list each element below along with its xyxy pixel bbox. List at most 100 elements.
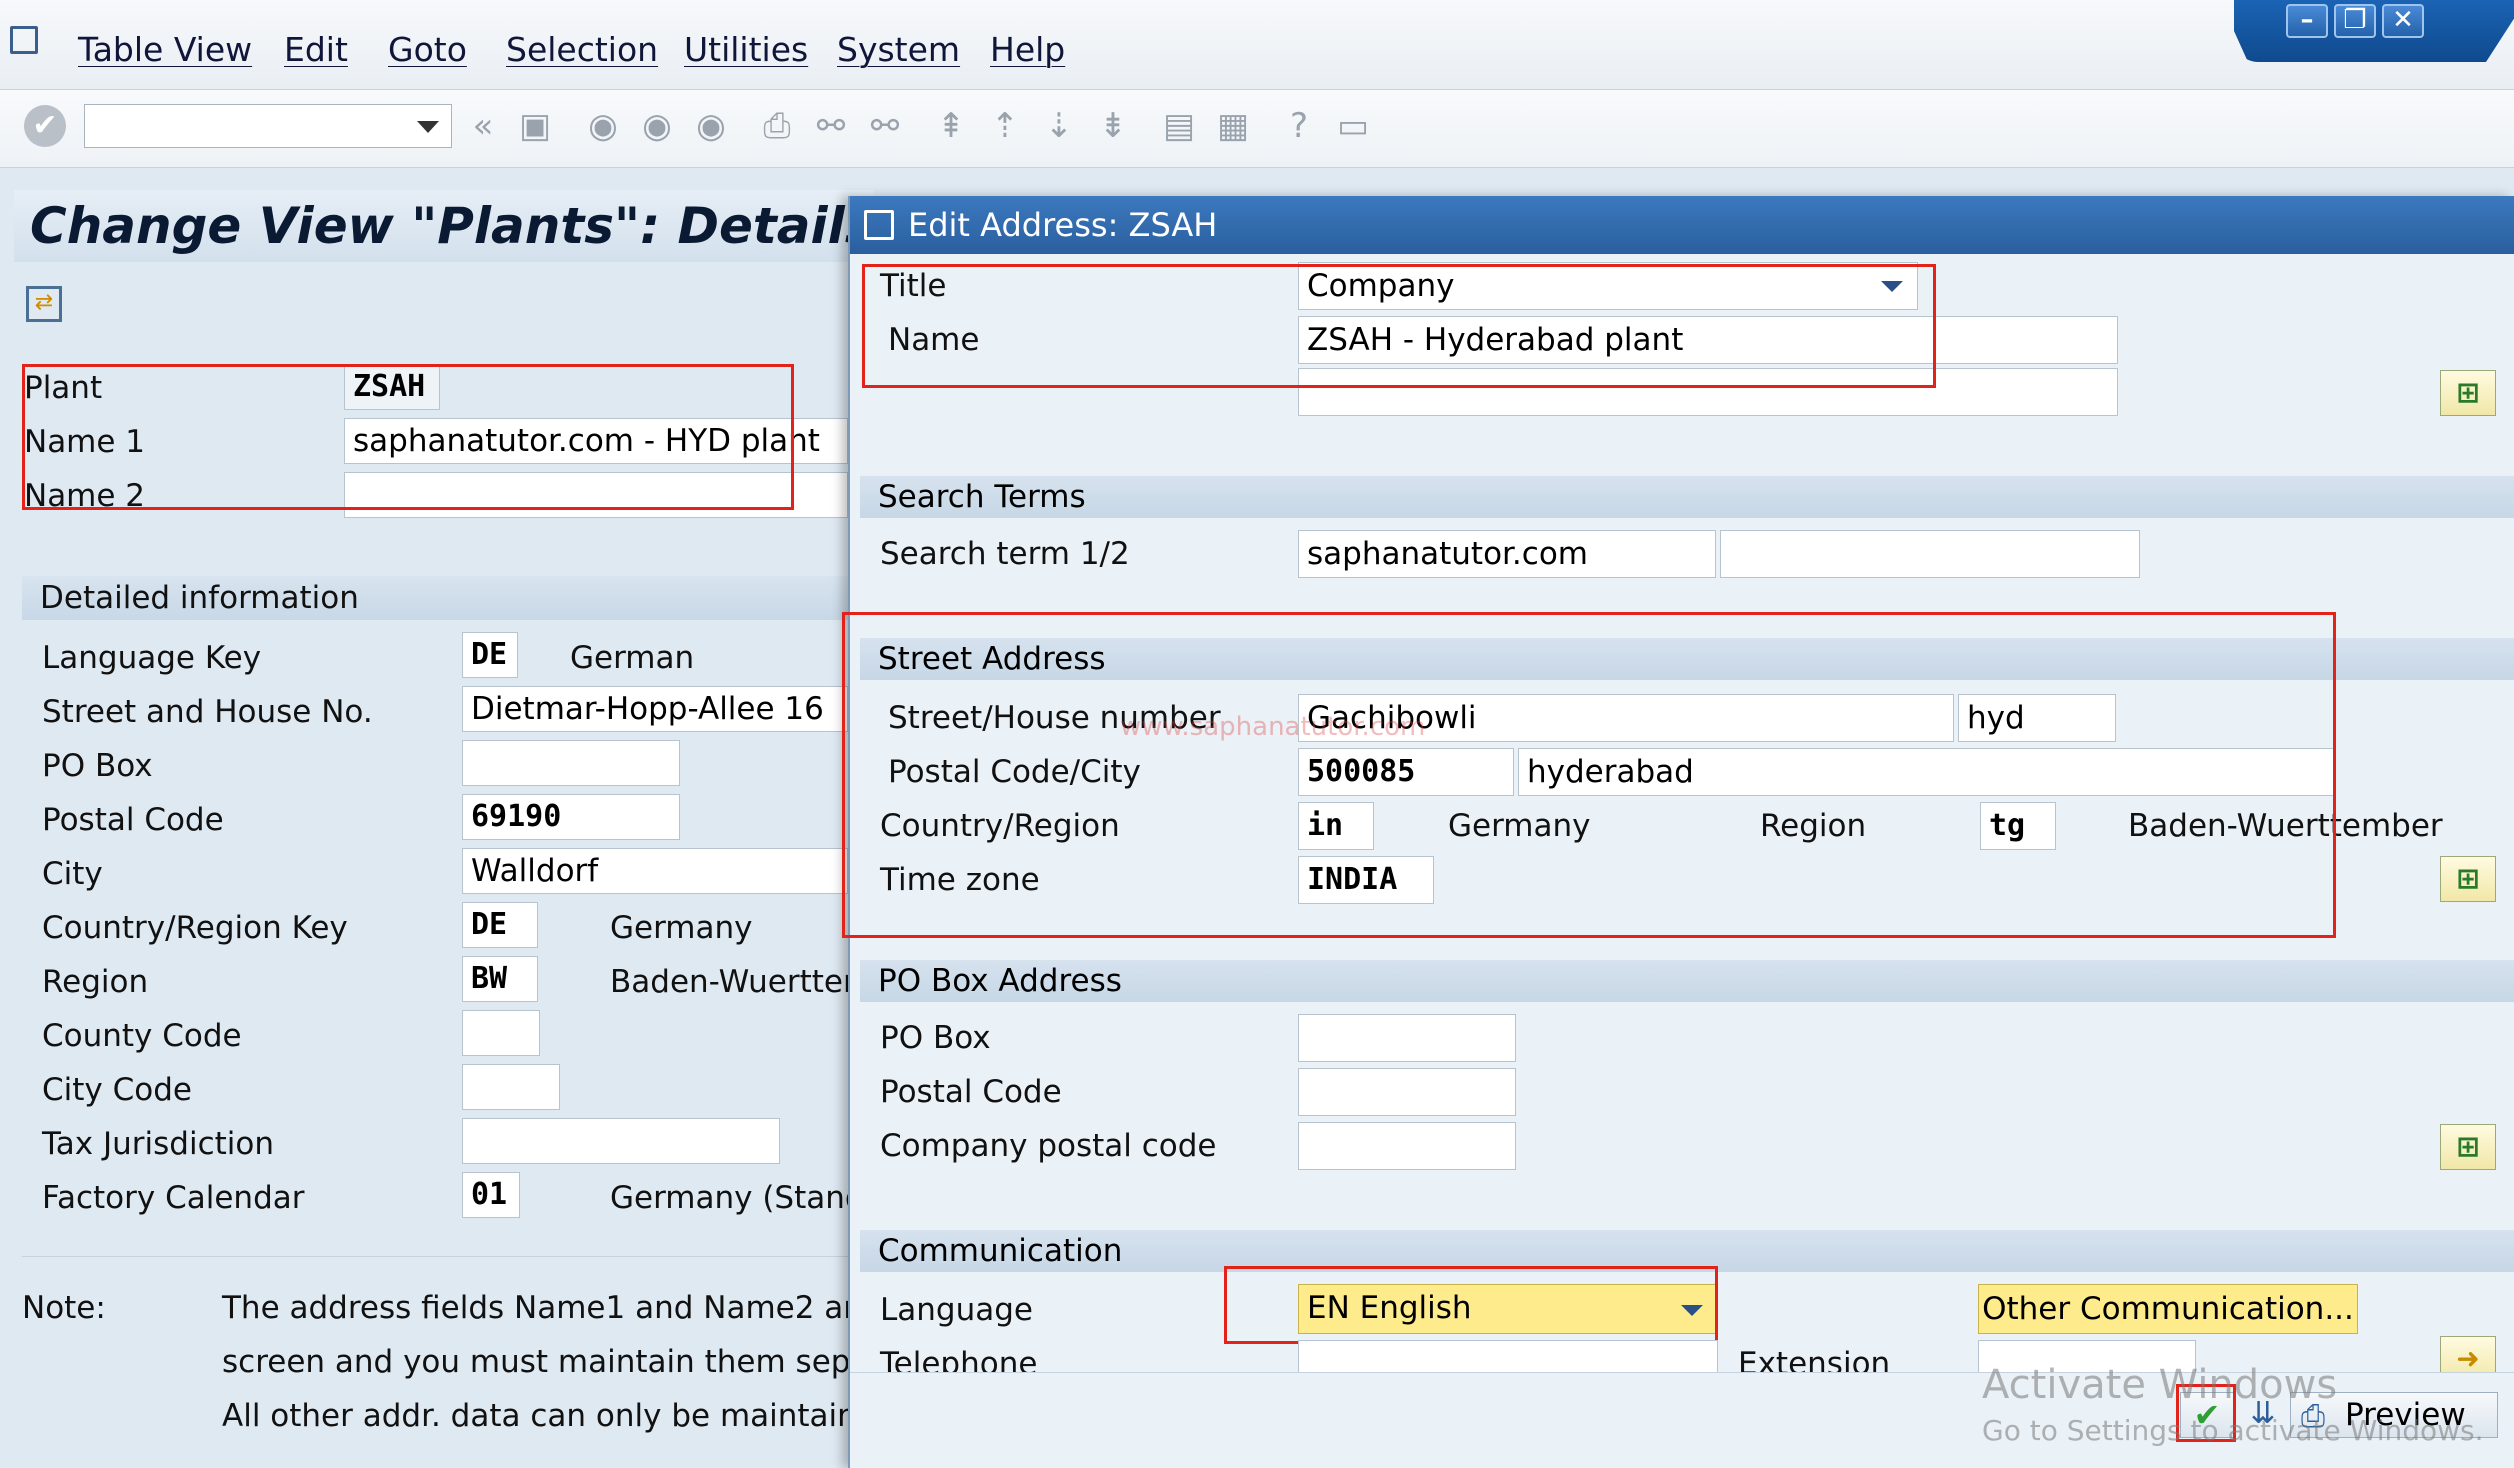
- help-icon[interactable]: ?: [1278, 105, 1320, 147]
- postal-code-field[interactable]: 500085: [1298, 748, 1514, 796]
- plant-label: Plant: [24, 370, 103, 406]
- name2-field[interactable]: [344, 472, 848, 518]
- po-box-field[interactable]: [1298, 1014, 1516, 1062]
- first-page-icon[interactable]: ⇞: [930, 105, 972, 147]
- language-select[interactable]: EN English: [1298, 1284, 1718, 1334]
- last-page-icon[interactable]: ⇟: [1092, 105, 1134, 147]
- expand-pobox-button[interactable]: ⊞: [2440, 1124, 2496, 1170]
- factory-calendar-label: Factory Calendar: [42, 1180, 305, 1216]
- search-term-1-field[interactable]: saphanatutor.com: [1298, 530, 1716, 578]
- detailed-info-header: Detailed information: [22, 576, 848, 620]
- company-postal-label: Company postal code: [880, 1128, 1217, 1164]
- city-code-label: City Code: [42, 1072, 192, 1108]
- time-zone-field[interactable]: INDIA: [1298, 856, 1434, 904]
- po-box-field[interactable]: [462, 740, 680, 786]
- region-label: Region: [1760, 808, 1867, 844]
- restore-icon[interactable]: ❐: [2334, 4, 2376, 38]
- name-field[interactable]: ZSAH - Hyderabad plant: [1298, 316, 2118, 364]
- shortcut-icon[interactable]: ▦: [1212, 105, 1254, 147]
- next-page-icon[interactable]: ⇣: [1038, 105, 1080, 147]
- other-communication-button[interactable]: Other Communication...: [1978, 1284, 2358, 1334]
- layout-menu-icon[interactable]: ▭: [1332, 105, 1374, 147]
- menu-goto[interactable]: Goto: [388, 30, 467, 69]
- language-key-field[interactable]: DE: [462, 632, 518, 678]
- expand-address-button[interactable]: ⊞: [2440, 856, 2496, 902]
- menu-table-view[interactable]: Table View: [78, 30, 252, 69]
- region-field[interactable]: tg: [1980, 802, 2056, 850]
- menu-system[interactable]: System: [837, 30, 960, 69]
- country-key-label: Country/Region Key: [42, 910, 348, 946]
- menu-help[interactable]: Help: [990, 30, 1065, 69]
- screen-icon[interactable]: [10, 26, 38, 54]
- company-postal-field[interactable]: [1298, 1122, 1516, 1170]
- find-next-icon[interactable]: ⚯: [864, 105, 906, 147]
- city-code-field[interactable]: [462, 1064, 560, 1110]
- title-value: Company: [1307, 268, 1455, 304]
- language-label: Language: [880, 1292, 1033, 1328]
- country-field[interactable]: in: [1298, 802, 1374, 850]
- back-icon[interactable]: ◉: [582, 105, 624, 147]
- postal-code-field[interactable]: 69190: [462, 794, 680, 840]
- save-icon[interactable]: ▣: [514, 105, 556, 147]
- new-session-icon[interactable]: ▤: [1158, 105, 1200, 147]
- back-arrows-icon[interactable]: «: [462, 105, 504, 147]
- search-terms-header: Search Terms: [860, 476, 2514, 518]
- other-view-icon[interactable]: ⇄: [26, 286, 62, 322]
- window-controls: – ❐ ✕: [2234, 0, 2514, 62]
- expand-name-button[interactable]: ⊞: [2440, 370, 2496, 416]
- language-value: EN English: [1307, 1290, 1472, 1326]
- name1-label: Name 1: [24, 424, 146, 460]
- country-key-field[interactable]: DE: [462, 902, 538, 948]
- note-line-2: screen and you must maintain them separa…: [222, 1344, 914, 1380]
- note-line-1: The address fields Name1 and Name2 are n: [222, 1290, 904, 1326]
- chevron-down-icon[interactable]: [1681, 1305, 1703, 1316]
- city-field[interactable]: hyderabad: [1518, 748, 2336, 796]
- chevron-down-icon[interactable]: [1881, 281, 1903, 292]
- chevron-down-icon[interactable]: [417, 121, 439, 133]
- po-box-label: PO Box: [880, 1020, 991, 1056]
- factory-calendar-field[interactable]: 01: [462, 1172, 520, 1218]
- print-icon[interactable]: ⎙: [756, 105, 798, 147]
- activate-windows-title: Activate Windows: [1982, 1362, 2338, 1408]
- region-desc: Baden-Wuerttember: [2128, 808, 2443, 844]
- city-field[interactable]: Walldorf: [462, 848, 848, 894]
- menu-edit[interactable]: Edit: [284, 30, 348, 69]
- site-watermark: www.saphanatutor.com: [1120, 712, 1426, 742]
- find-icon[interactable]: ⚯: [810, 105, 852, 147]
- title-select[interactable]: Company: [1298, 262, 1918, 310]
- menu-selection[interactable]: Selection: [506, 30, 658, 69]
- search-term-2-field[interactable]: [1720, 530, 2140, 578]
- command-field[interactable]: [84, 104, 452, 148]
- street-label: Street and House No.: [42, 694, 373, 730]
- menu-bar: Table View Edit Goto Selection Utilities…: [0, 0, 2514, 90]
- po-box-postal-field[interactable]: [1298, 1068, 1516, 1116]
- exit-icon[interactable]: ◉: [636, 105, 678, 147]
- country-key-desc: Germany: [610, 910, 753, 946]
- language-key-desc: German: [570, 640, 695, 676]
- street-field[interactable]: Dietmar-Hopp-Allee 16: [462, 686, 848, 732]
- close-icon[interactable]: ✕: [2382, 4, 2424, 38]
- county-code-field[interactable]: [462, 1010, 540, 1056]
- street-address-header: Street Address: [860, 638, 2514, 680]
- region-field[interactable]: BW: [462, 956, 538, 1002]
- name1-field[interactable]: saphanatutor.com - HYD plant: [344, 418, 848, 464]
- factory-calendar-desc: Germany (Standa: [610, 1180, 884, 1216]
- region-desc: Baden-Wuerttem: [610, 964, 874, 1000]
- search-term-label: Search term 1/2: [880, 536, 1130, 572]
- tax-jurisdiction-label: Tax Jurisdiction: [42, 1126, 275, 1162]
- name2-field[interactable]: [1298, 368, 2118, 416]
- communication-header: Communication: [860, 1230, 2514, 1272]
- standard-toolbar: ✔ « ▣ ◉ ◉ ◉ ⎙ ⚯ ⚯ ⇞ ⇡ ⇣ ⇟ ▤ ▦ ? ▭: [0, 90, 2514, 168]
- minimize-icon[interactable]: –: [2286, 4, 2328, 38]
- tax-jurisdiction-field[interactable]: [462, 1118, 780, 1164]
- menu-utilities[interactable]: Utilities: [684, 30, 808, 69]
- county-code-label: County Code: [42, 1018, 242, 1054]
- po-box-label: PO Box: [42, 748, 153, 784]
- activate-windows-subtitle: Go to Settings to activate Windows.: [1982, 1414, 2484, 1447]
- previous-page-icon[interactable]: ⇡: [984, 105, 1026, 147]
- enter-check-icon[interactable]: ✔: [24, 105, 66, 147]
- note-label: Note:: [22, 1290, 106, 1326]
- house-number-field[interactable]: hyd: [1958, 694, 2116, 742]
- cancel-icon[interactable]: ◉: [690, 105, 732, 147]
- dialog-title: Edit Address: ZSAH: [908, 206, 1218, 244]
